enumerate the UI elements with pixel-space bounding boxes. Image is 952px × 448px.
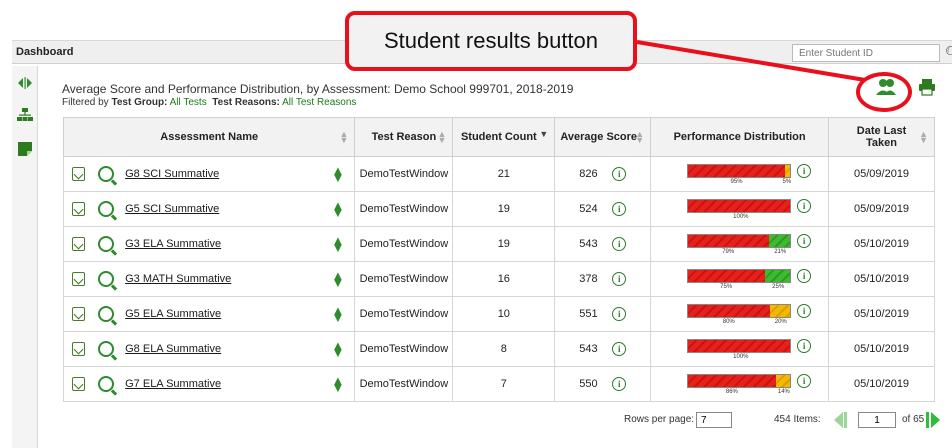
callout-ring	[856, 72, 912, 112]
callout-arrow	[636, 40, 866, 82]
app-frame: Dashboard 🔍︎ Average Score and Performan…	[0, 0, 952, 448]
